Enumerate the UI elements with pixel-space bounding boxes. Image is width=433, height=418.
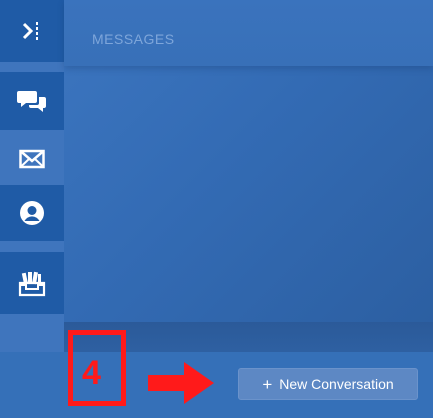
sidebar-toggle-button[interactable] (0, 0, 64, 62)
new-conversation-button[interactable]: + New Conversation (238, 368, 418, 400)
sidebar-item-profile[interactable] (0, 185, 64, 241)
sidebar-item-inbox[interactable] (0, 252, 64, 314)
plus-icon: + (262, 374, 273, 394)
sidebar-item-chat[interactable] (0, 72, 64, 130)
chat-bubbles-icon (17, 91, 46, 112)
collapse-toggle-icon (22, 22, 38, 40)
sidebar-spacer (0, 316, 64, 324)
new-conversation-label: New Conversation (279, 376, 394, 392)
sidebar-item-mail[interactable] (0, 135, 64, 183)
inbox-tray-icon (18, 271, 46, 297)
user-profile-icon (20, 201, 44, 225)
envelope-icon (19, 149, 45, 169)
page-title: MESSAGES (92, 31, 175, 47)
annotation-step-number: 4 (82, 354, 101, 392)
messages-header: MESSAGES (64, 0, 433, 66)
annotation-arrow-icon (148, 362, 214, 404)
